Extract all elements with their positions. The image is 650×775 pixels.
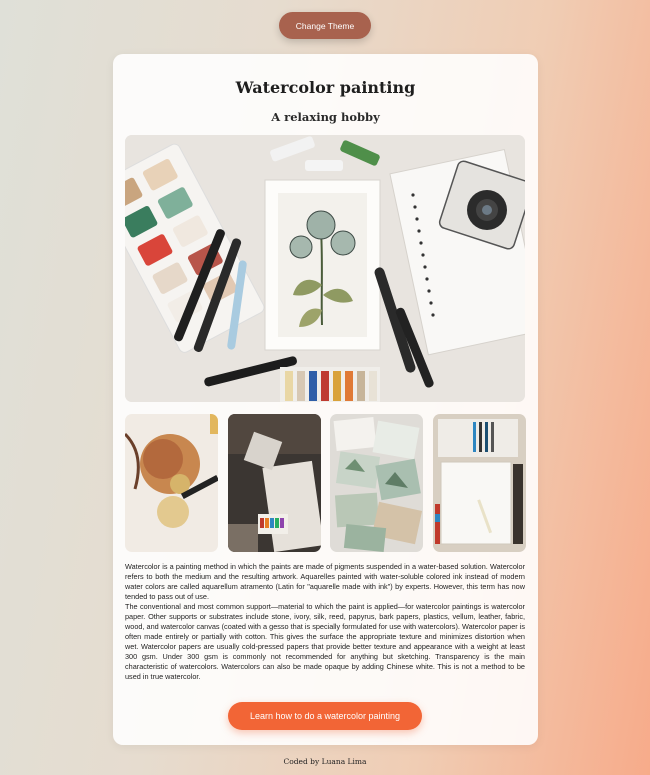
description-text: Watercolor is a painting method in which… (125, 562, 525, 682)
gallery-image-3 (330, 414, 423, 552)
content-card: Watercolor painting A relaxing hobby Wat… (113, 54, 538, 745)
learn-watercolor-button[interactable]: Learn how to do a watercolor painting (228, 702, 422, 730)
page-title: Watercolor painting (235, 78, 416, 97)
footer-credit: Coded by Luana Lima (283, 757, 367, 766)
hero-image (125, 135, 525, 402)
page-subtitle: A relaxing hobby (271, 110, 380, 124)
gallery-image-1 (125, 414, 218, 552)
description-paragraph-1: Watercolor is a painting method in which… (125, 562, 525, 601)
gallery-image-4 (433, 414, 526, 552)
change-theme-button[interactable]: Change Theme (279, 12, 371, 39)
gallery-image-2 (228, 414, 321, 552)
description-paragraph-2: The conventional and most common support… (125, 602, 525, 681)
